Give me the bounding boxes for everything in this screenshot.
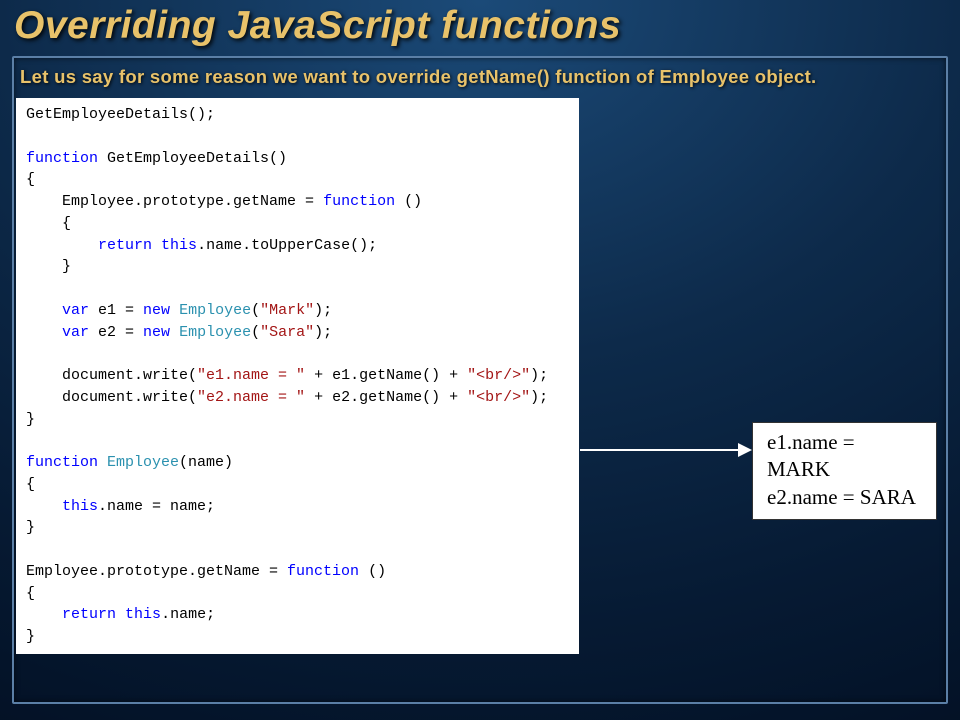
code-text — [26, 302, 62, 319]
code-keyword: new — [143, 302, 170, 319]
code-string: "e2.name = " — [197, 389, 305, 406]
output-box: e1.name = MARK e2.name = SARA — [752, 422, 937, 520]
code-line: { — [26, 476, 35, 493]
code-text — [26, 606, 62, 623]
code-text: .name; — [161, 606, 215, 623]
code-line: } — [26, 519, 35, 536]
code-text: (name) — [179, 454, 233, 471]
code-text: document.write( — [26, 367, 197, 384]
code-text — [26, 237, 98, 254]
code-keyword: this — [62, 498, 98, 515]
code-keyword: return — [98, 237, 152, 254]
code-text — [152, 237, 161, 254]
code-text: e1 = — [89, 302, 143, 319]
code-text: GetEmployeeDetails() — [98, 150, 287, 167]
code-text: ); — [314, 324, 332, 341]
code-text: Employee.prototype.getName = — [26, 193, 323, 210]
code-text — [98, 454, 107, 471]
code-keyword: new — [143, 324, 170, 341]
code-keyword: this — [161, 237, 197, 254]
slide-subtitle: Let us say for some reason we want to ov… — [14, 58, 946, 98]
code-text: () — [395, 193, 422, 210]
code-text — [116, 606, 125, 623]
code-type: Employee — [179, 324, 251, 341]
code-line: } — [26, 258, 71, 275]
code-text: .name.toUpperCase(); — [197, 237, 377, 254]
slide-title: Overriding JavaScript functions — [0, 0, 960, 56]
output-line: e1.name = MARK — [767, 429, 922, 484]
code-line: { — [26, 585, 35, 602]
code-text: e2 = — [89, 324, 143, 341]
code-keyword: function — [26, 454, 98, 471]
code-string: "<br/>" — [467, 367, 530, 384]
code-keyword: var — [62, 302, 89, 319]
output-line: e2.name = SARA — [767, 484, 922, 511]
code-string: "Sara" — [260, 324, 314, 341]
code-block: GetEmployeeDetails(); function GetEmploy… — [16, 98, 579, 654]
code-line: { — [26, 171, 35, 188]
code-keyword: function — [323, 193, 395, 210]
code-line: GetEmployeeDetails(); — [26, 106, 215, 123]
content-panel: Let us say for some reason we want to ov… — [12, 56, 948, 704]
code-keyword: this — [125, 606, 161, 623]
code-text: ); — [530, 367, 548, 384]
code-text: Employee.prototype.getName = — [26, 563, 287, 580]
code-type: Employee — [107, 454, 179, 471]
code-text: ( — [251, 302, 260, 319]
code-text — [170, 324, 179, 341]
code-keyword: function — [287, 563, 359, 580]
code-text — [170, 302, 179, 319]
code-type: Employee — [179, 302, 251, 319]
code-line: { — [26, 215, 71, 232]
code-string: "<br/>" — [467, 389, 530, 406]
code-text: ); — [530, 389, 548, 406]
code-text: ); — [314, 302, 332, 319]
code-keyword: var — [62, 324, 89, 341]
code-string: "Mark" — [260, 302, 314, 319]
arrow-right-icon — [580, 438, 752, 462]
arrow-wrap — [580, 438, 752, 462]
code-keyword: return — [62, 606, 116, 623]
code-line: } — [26, 411, 35, 428]
code-text — [26, 324, 62, 341]
code-text: + e1.getName() + — [305, 367, 467, 384]
code-text: .name = name; — [98, 498, 215, 515]
code-text: ( — [251, 324, 260, 341]
code-text: () — [359, 563, 386, 580]
code-text — [26, 498, 62, 515]
code-keyword: function — [26, 150, 98, 167]
code-line: } — [26, 628, 35, 645]
code-string: "e1.name = " — [197, 367, 305, 384]
code-text: + e2.getName() + — [305, 389, 467, 406]
code-text: document.write( — [26, 389, 197, 406]
